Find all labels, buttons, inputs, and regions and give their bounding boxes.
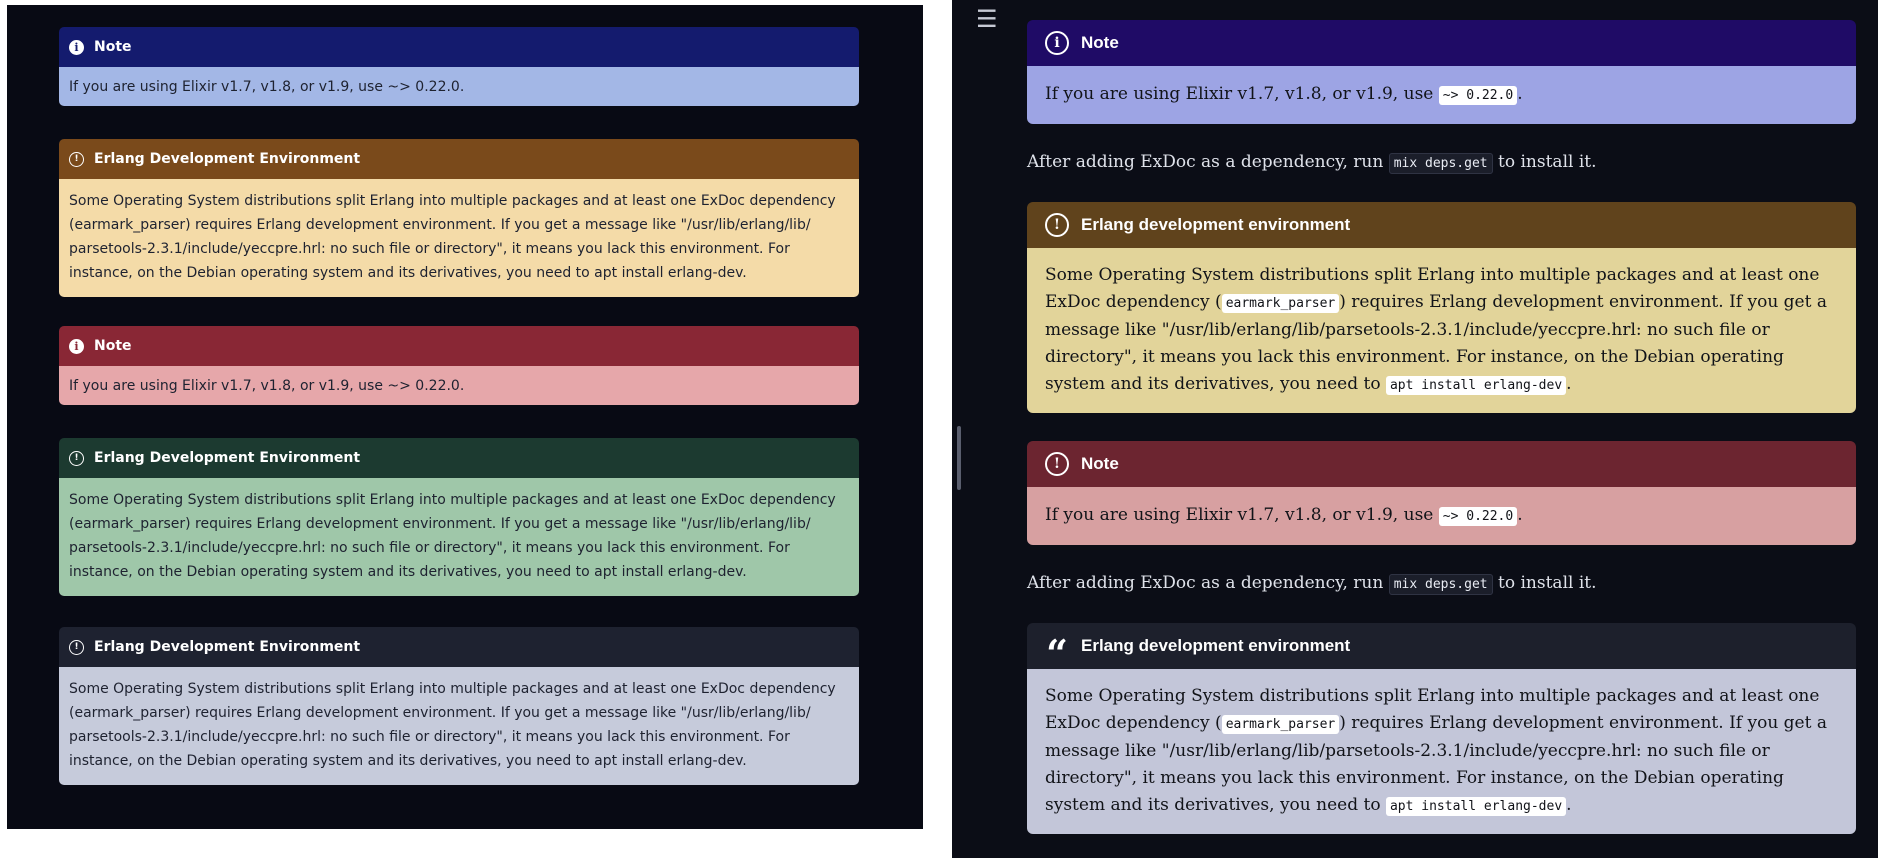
menu-icon[interactable]: ☰ — [976, 6, 998, 32]
exclamation-icon: ! — [1045, 452, 1069, 476]
info-icon: i — [69, 39, 84, 55]
callout-body: If you are using Elixir v1.7, v1.8, or v… — [1027, 66, 1856, 124]
callout-title: Note — [94, 39, 132, 55]
inline-code: mix deps.get — [1388, 574, 1493, 595]
callout-title: Note — [94, 338, 132, 354]
callout-erlang-environment: “ Erlang development environment Some Op… — [1027, 623, 1856, 834]
callout-title: Erlang Development Environment — [94, 151, 361, 167]
body-text: If you are using Elixir v1.7, v1.8, or v… — [1045, 505, 1523, 526]
inline-code: earmark_parser — [1221, 715, 1340, 734]
callout-header: i Note — [1027, 20, 1856, 66]
callout-title: Erlang development environment — [1081, 636, 1351, 655]
callout-header: ! Note — [1027, 441, 1856, 487]
inline-code: mix deps.get — [1388, 153, 1493, 174]
right-preview-pane: ☰ i Note If you are using Elixir v1.7, v… — [964, 0, 1878, 858]
callout-body: If you are using Elixir v1.7, v1.8, or v… — [59, 366, 859, 405]
paragraph: After adding ExDoc as a dependency, run … — [1027, 152, 1597, 174]
callout-title: Note — [1081, 454, 1119, 473]
callout-header: i Note — [59, 27, 859, 67]
quote-icon: “ — [1046, 631, 1068, 676]
callout-header: ! Erlang development environment — [1027, 202, 1856, 248]
exclamation-icon: ! — [1045, 213, 1069, 237]
callout-header: ! Erlang Development Environment — [59, 438, 859, 478]
callout-header: ! Erlang Development Environment — [59, 139, 859, 179]
callout-body: Some Operating System distributions spli… — [1027, 669, 1856, 834]
exclamation-icon: ! — [69, 450, 84, 466]
callout-title: Erlang development environment — [1081, 215, 1351, 234]
callout-title: Erlang Development Environment — [94, 450, 361, 466]
callout-erlang-environment: ! Erlang Development Environment Some Op… — [59, 627, 859, 785]
pane-gap — [923, 0, 952, 858]
callout-body: Some Operating System distributions spli… — [59, 179, 859, 297]
callout-note: i Note If you are using Elixir v1.7, v1.… — [59, 27, 859, 106]
info-icon: i — [1045, 31, 1069, 55]
inline-code: apt install erlang-dev — [1385, 376, 1567, 395]
inline-code: apt install erlang-dev — [1385, 797, 1567, 816]
callout-note: i Note If you are using Elixir v1.7, v1.… — [59, 326, 859, 405]
callout-body: Some Operating System distributions spli… — [1027, 248, 1856, 413]
callout-header: “ Erlang development environment — [1027, 623, 1856, 676]
callout-note: ! Note If you are using Elixir v1.7, v1.… — [1027, 441, 1856, 545]
inline-code: ~> 0.22.0 — [1438, 507, 1518, 526]
callout-body: If you are using Elixir v1.7, v1.8, or v… — [1027, 487, 1856, 545]
callout-body: If you are using Elixir v1.7, v1.8, or v… — [59, 67, 859, 106]
inline-code: ~> 0.22.0 — [1438, 86, 1518, 105]
inline-code: earmark_parser — [1221, 294, 1340, 313]
callout-body: Some Operating System distributions spli… — [59, 478, 859, 596]
callout-erlang-environment: ! Erlang development environment Some Op… — [1027, 202, 1856, 413]
callout-body: Some Operating System distributions spli… — [59, 667, 859, 785]
paragraph: After adding ExDoc as a dependency, run … — [1027, 573, 1597, 595]
callout-title: Note — [1081, 33, 1119, 52]
body-text: If you are using Elixir v1.7, v1.8, or v… — [1045, 84, 1523, 105]
callout-header: ! Erlang Development Environment — [59, 627, 859, 667]
exclamation-icon: ! — [69, 639, 84, 655]
left-preview-pane: i Note If you are using Elixir v1.7, v1.… — [7, 5, 923, 829]
callout-erlang-environment: ! Erlang Development Environment Some Op… — [59, 139, 859, 297]
callout-title: Erlang Development Environment — [94, 639, 361, 655]
exclamation-icon: ! — [69, 151, 84, 167]
callout-header: i Note — [59, 326, 859, 366]
callout-erlang-environment: ! Erlang Development Environment Some Op… — [59, 438, 859, 596]
info-icon: i — [69, 338, 84, 354]
callout-note: i Note If you are using Elixir v1.7, v1.… — [1027, 20, 1856, 124]
resize-handle[interactable] — [957, 426, 961, 490]
